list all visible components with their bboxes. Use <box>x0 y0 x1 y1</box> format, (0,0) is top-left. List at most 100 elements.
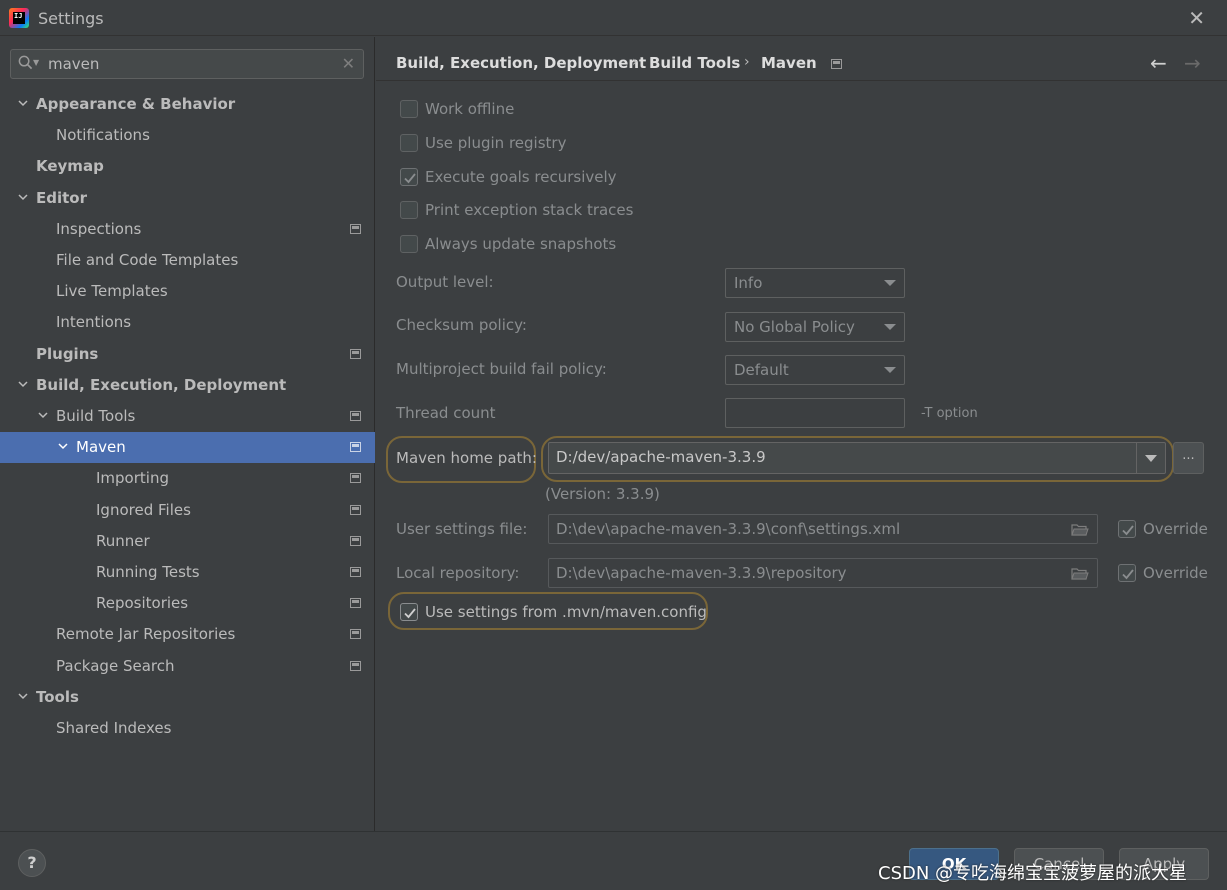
tree-item-label: Importing <box>96 469 169 487</box>
chevron-down-icon <box>884 367 896 373</box>
checkmark-icon <box>1122 569 1134 580</box>
search-value: maven <box>48 55 100 73</box>
multiproject-fail-policy-value: Default <box>734 361 789 379</box>
tree-item-label: File and Code Templates <box>56 251 239 269</box>
project-scope-icon <box>350 473 361 483</box>
back-arrow-icon[interactable]: ← <box>1150 51 1167 75</box>
multiproject-fail-policy-select[interactable]: Default <box>725 355 905 385</box>
use-plugin-registry-label: Use plugin registry <box>425 134 567 152</box>
maven-version-label: (Version: 3.3.9) <box>545 485 660 503</box>
project-scope-icon <box>350 661 361 671</box>
tree-item-maven[interactable]: Maven <box>0 432 375 463</box>
print-exception-stack-traces-checkbox[interactable] <box>400 201 418 219</box>
user-settings-file-value: D:\dev\apache-maven-3.3.9\conf\settings.… <box>556 520 901 538</box>
tree-item-label: Build, Execution, Deployment <box>36 376 287 394</box>
tree-item-notifications[interactable]: Notifications <box>0 120 375 151</box>
thread-count-hint: -T option <box>921 406 978 421</box>
tree-item-ignored-files[interactable]: Ignored Files <box>0 495 375 526</box>
tree-item-live-templates[interactable]: Live Templates <box>0 276 375 307</box>
work-offline-checkbox[interactable] <box>400 100 418 118</box>
maven-settings-form: Work offline Use plugin registry Execute… <box>376 82 1227 831</box>
project-scope-icon <box>350 442 361 452</box>
search-input[interactable]: ▼ maven ✕ <box>10 49 364 79</box>
tree-item-remote-jar-repositories[interactable]: Remote Jar Repositories <box>0 619 375 650</box>
title-bar: IJ Settings ✕ <box>0 0 1227 36</box>
chevron-down-icon <box>884 280 896 286</box>
tree-item-label: Keymap <box>36 157 104 175</box>
thread-count-input[interactable] <box>725 398 905 428</box>
breadcrumb-separator-icon: › <box>744 54 750 70</box>
tree-item-keymap[interactable]: Keymap <box>0 151 375 182</box>
tree-item-label: Package Search <box>56 657 175 675</box>
chevron-down-icon[interactable] <box>17 690 29 702</box>
close-icon[interactable]: ✕ <box>1188 8 1205 28</box>
chevron-down-icon[interactable] <box>17 97 29 109</box>
search-history-chevron-icon[interactable]: ▼ <box>33 58 39 67</box>
project-scope-icon <box>350 505 361 515</box>
tree-item-appearance-behavior[interactable]: Appearance & Behavior <box>0 89 375 120</box>
folder-icon[interactable] <box>1071 567 1089 580</box>
clear-search-icon[interactable]: ✕ <box>342 54 355 73</box>
thread-count-label: Thread count <box>396 404 496 422</box>
always-update-snapshots-checkbox[interactable] <box>400 235 418 253</box>
tree-item-label: Runner <box>96 532 150 550</box>
user-settings-file-input[interactable]: D:\dev\apache-maven-3.3.9\conf\settings.… <box>548 514 1098 544</box>
breadcrumb-item: Maven <box>761 54 817 72</box>
combo-separator <box>1136 443 1137 473</box>
tree-item-file-and-code-templates[interactable]: File and Code Templates <box>0 245 375 276</box>
forward-arrow-icon[interactable]: → <box>1184 51 1201 75</box>
checkmark-icon <box>404 608 416 619</box>
tree-item-runner[interactable]: Runner <box>0 526 375 557</box>
tree-item-label: Running Tests <box>96 563 200 581</box>
use-mvn-config-checkbox[interactable] <box>400 603 418 621</box>
execute-goals-recursively-checkbox[interactable] <box>400 168 418 186</box>
maven-home-path-select[interactable]: D:/dev/apache-maven-3.3.9 <box>548 442 1166 474</box>
tree-item-build-execution-deployment[interactable]: Build, Execution, Deployment <box>0 370 375 401</box>
tree-item-label: Intentions <box>56 313 132 331</box>
tree-item-package-search[interactable]: Package Search <box>0 651 375 682</box>
tree-item-tools[interactable]: Tools <box>0 682 375 713</box>
tree-item-label: Ignored Files <box>96 501 191 519</box>
user-settings-file-label: User settings file: <box>396 520 528 538</box>
tree-item-running-tests[interactable]: Running Tests <box>0 557 375 588</box>
user-settings-override-label: Override <box>1143 520 1208 538</box>
tree-item-build-tools[interactable]: Build Tools <box>0 401 375 432</box>
user-settings-override-checkbox[interactable] <box>1118 520 1136 538</box>
local-repository-override-checkbox[interactable] <box>1118 564 1136 582</box>
project-scope-icon <box>350 349 361 359</box>
work-offline-label: Work offline <box>425 100 515 118</box>
checksum-policy-select[interactable]: No Global Policy <box>725 312 905 342</box>
checksum-policy-label: Checksum policy: <box>396 316 527 334</box>
use-plugin-registry-checkbox[interactable] <box>400 134 418 152</box>
tree-item-label: Maven <box>76 438 126 456</box>
chevron-down-icon[interactable] <box>57 440 69 452</box>
maven-home-path-value: D:/dev/apache-maven-3.3.9 <box>556 448 766 466</box>
tree-item-shared-indexes[interactable]: Shared Indexes <box>0 713 375 744</box>
window-title: Settings <box>38 9 104 28</box>
tree-item-intentions[interactable]: Intentions <box>0 307 375 338</box>
maven-home-label: Maven home path: <box>396 449 537 467</box>
dialog-footer: ? OK Cancel Apply CSDN @专吃海绵宝宝菠萝屋的派大星 <box>0 831 1227 890</box>
chevron-down-icon[interactable] <box>17 191 29 203</box>
intellij-logo-icon: IJ <box>9 8 29 28</box>
folder-icon[interactable] <box>1071 523 1089 536</box>
help-button[interactable]: ? <box>18 849 46 877</box>
tree-item-label: Shared Indexes <box>56 719 172 737</box>
browse-maven-home-button[interactable]: ... <box>1173 442 1204 474</box>
project-scope-icon <box>350 567 361 577</box>
tree-item-inspections[interactable]: Inspections <box>0 214 375 245</box>
print-exception-stack-traces-label: Print exception stack traces <box>425 201 634 219</box>
tree-item-plugins[interactable]: Plugins <box>0 339 375 370</box>
chevron-down-icon[interactable] <box>37 409 49 421</box>
tree-item-editor[interactable]: Editor <box>0 183 375 214</box>
breadcrumb-item: Build Tools <box>649 54 741 72</box>
chevron-down-icon[interactable] <box>17 378 29 390</box>
tree-item-label: Remote Jar Repositories <box>56 625 236 643</box>
maven-settings-panel: Build, Execution, Deployment › Build Too… <box>376 37 1227 831</box>
output-level-select[interactable]: Info <box>725 268 905 298</box>
project-scope-icon <box>350 629 361 639</box>
tree-item-label: Tools <box>36 688 79 706</box>
tree-item-repositories[interactable]: Repositories <box>0 588 375 619</box>
local-repository-input[interactable]: D:\dev\apache-maven-3.3.9\repository <box>548 558 1098 588</box>
tree-item-importing[interactable]: Importing <box>0 463 375 494</box>
